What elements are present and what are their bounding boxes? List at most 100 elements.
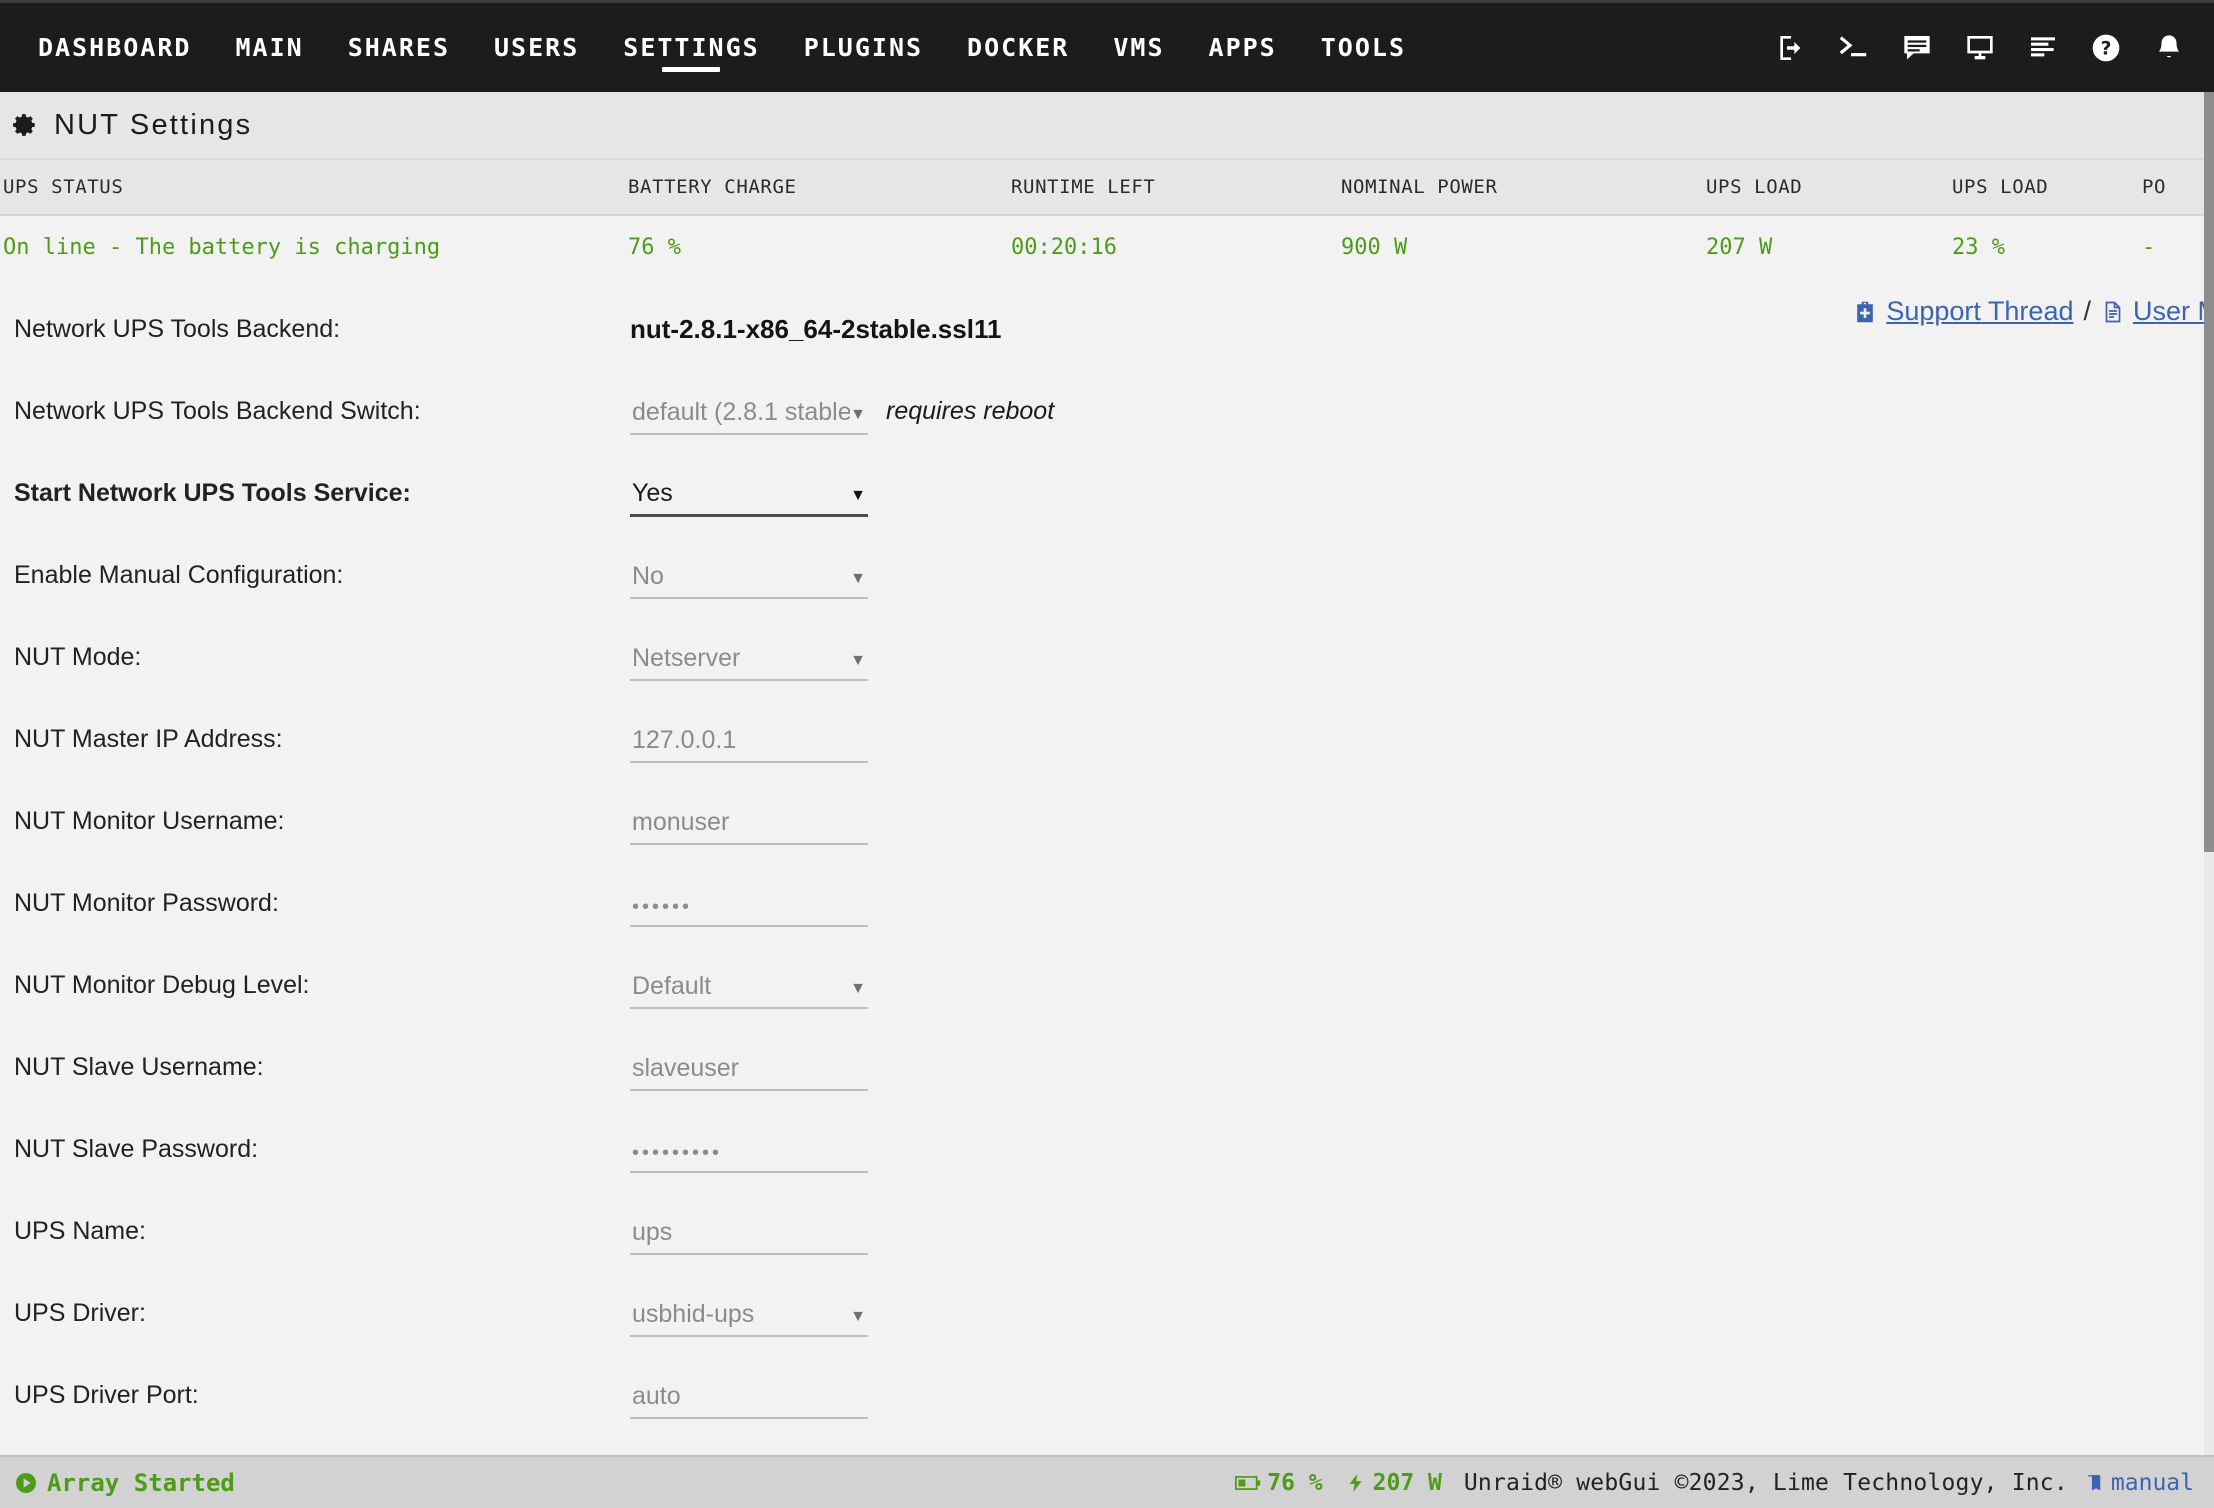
text-input-nut-slave-username[interactable]: slaveuser bbox=[630, 1043, 868, 1091]
field-label: UPS Driver: bbox=[14, 1298, 146, 1327]
power-status: 207 W bbox=[1345, 1470, 1442, 1496]
field-container: 127.0.0.1 bbox=[630, 715, 868, 763]
ups-column-header: RUNTIME LEFT bbox=[1011, 176, 1156, 198]
copyright-text: Unraid® webGui ©2023, Lime Technology, I… bbox=[1463, 1469, 2068, 1496]
field-label: UPS Name: bbox=[14, 1216, 146, 1245]
form-row: NUT Monitor Password: •••••• bbox=[0, 874, 2214, 932]
user-manual-link[interactable]: User M bbox=[2133, 296, 2214, 327]
display-icon[interactable] bbox=[1963, 31, 1997, 65]
field-value: auto bbox=[632, 1384, 681, 1409]
chevron-down-icon[interactable]: ▼ bbox=[850, 981, 866, 999]
row-spacer bbox=[0, 1014, 2214, 1038]
first-aid-kit-icon bbox=[1852, 299, 1878, 325]
chevron-down-icon[interactable]: ▼ bbox=[850, 407, 866, 425]
ups-column-header: UPS LOAD bbox=[1952, 176, 2049, 198]
row-spacer bbox=[0, 932, 2214, 956]
bell-icon[interactable] bbox=[2152, 31, 2186, 65]
play-circle-icon bbox=[14, 1471, 38, 1495]
chat-icon[interactable] bbox=[1900, 31, 1934, 65]
log-icon[interactable] bbox=[2026, 31, 2060, 65]
vertical-scrollbar[interactable] bbox=[2204, 92, 2214, 1455]
text-input-ups-name[interactable]: ups bbox=[630, 1207, 868, 1255]
ups-column-header: UPS LOAD bbox=[1706, 176, 1803, 198]
nav-item-settings[interactable]: SETTINGS bbox=[601, 2, 781, 94]
field-value: ups bbox=[632, 1220, 673, 1245]
row-spacer bbox=[0, 768, 2214, 792]
chevron-down-icon[interactable]: ▼ bbox=[850, 488, 866, 506]
ups-cell-value: 23 % bbox=[1952, 234, 2005, 260]
row-spacer bbox=[0, 686, 2214, 710]
text-input-nut-master-ip-address[interactable]: 127.0.0.1 bbox=[630, 715, 868, 763]
support-thread-link[interactable]: Support Thread bbox=[1886, 296, 2073, 327]
nav-item-users[interactable]: USERS bbox=[472, 2, 601, 94]
svg-text:?: ? bbox=[2101, 38, 2112, 59]
text-input-ups-driver-port[interactable]: auto bbox=[630, 1371, 868, 1419]
ups-cell-value: 76 % bbox=[628, 234, 681, 260]
scrollbar-thumb[interactable] bbox=[2204, 92, 2214, 852]
form-row: NUT Slave Username: slaveuser bbox=[0, 1038, 2214, 1096]
field-value: monuser bbox=[632, 810, 730, 835]
field-container: ups bbox=[630, 1207, 868, 1255]
ups-cell-value: 00:20:16 bbox=[1011, 234, 1117, 260]
nav-item-docker[interactable]: DOCKER bbox=[945, 2, 1091, 94]
field-label: Start Network UPS Tools Service: bbox=[14, 478, 411, 507]
battery-percent: 76 % bbox=[1267, 1469, 1323, 1496]
nav-item-shares[interactable]: SHARES bbox=[326, 2, 472, 94]
chevron-down-icon[interactable]: ▼ bbox=[850, 653, 866, 671]
nav-item-vms[interactable]: VMS bbox=[1091, 2, 1186, 94]
chevron-down-icon[interactable]: ▼ bbox=[850, 571, 866, 589]
field-container: Yes ▼ bbox=[630, 469, 868, 517]
field-value: No bbox=[632, 564, 664, 589]
ups-table-data-row: On line - The battery is charging 76 % 00:… bbox=[0, 216, 2214, 278]
nav-item-main[interactable]: MAIN bbox=[213, 2, 325, 94]
password-field-nut-slave-password[interactable]: ••••••••• bbox=[630, 1125, 868, 1173]
top-navigation-bar: DASHBOARD MAIN SHARES USERS SETTINGS PLUGINS D… bbox=[0, 0, 2214, 92]
field-container: slaveuser bbox=[630, 1043, 868, 1091]
terminal-icon[interactable] bbox=[1837, 31, 1871, 65]
select-start-network-ups-tools-service[interactable]: Yes ▼ bbox=[630, 469, 868, 517]
book-icon bbox=[2084, 1472, 2104, 1494]
field-value: 127.0.0.1 bbox=[632, 728, 737, 753]
row-spacer bbox=[0, 440, 2214, 464]
nav-item-apps[interactable]: APPS bbox=[1187, 2, 1299, 94]
field-value: usbhid-ups bbox=[632, 1302, 755, 1327]
select-enable-manual-configuration[interactable]: No ▼ bbox=[630, 551, 868, 599]
text-input-nut-monitor-username[interactable]: monuser bbox=[630, 797, 868, 845]
row-spacer bbox=[0, 522, 2214, 546]
field-container: Default ▼ bbox=[630, 961, 868, 1009]
field-label: UPS Driver Port: bbox=[14, 1380, 199, 1409]
field-label: NUT Monitor Password: bbox=[14, 888, 279, 917]
password-field-nut-monitor-password[interactable]: •••••• bbox=[630, 879, 868, 927]
field-label: NUT Monitor Debug Level: bbox=[14, 970, 310, 999]
nav-item-plugins[interactable]: PLUGINS bbox=[782, 2, 945, 94]
form-row: NUT Slave Password: ••••••••• bbox=[0, 1120, 2214, 1178]
field-value: Netserver bbox=[632, 646, 741, 671]
field-label: NUT Master IP Address: bbox=[14, 724, 283, 753]
manual-link[interactable]: manual bbox=[2084, 1470, 2194, 1496]
battery-icon bbox=[1235, 1474, 1261, 1492]
help-links: Support Thread / User M bbox=[1852, 296, 2214, 327]
field-label: NUT Slave Password: bbox=[14, 1134, 259, 1163]
select-nut-mode[interactable]: Netserver ▼ bbox=[630, 633, 868, 681]
field-label: Enable Manual Configuration: bbox=[14, 560, 344, 589]
select-nut-monitor-debug-level[interactable]: Default ▼ bbox=[630, 961, 868, 1009]
field-container: nut-2.8.1-x86_64-2stable.ssl11 bbox=[630, 314, 1001, 345]
field-label: NUT Monitor Username: bbox=[14, 806, 285, 835]
field-label: Network UPS Tools Backend Switch: bbox=[14, 396, 421, 425]
logout-icon[interactable] bbox=[1774, 31, 1808, 65]
help-icon[interactable]: ? bbox=[2089, 31, 2123, 65]
field-value: Yes bbox=[632, 481, 673, 506]
chevron-down-icon[interactable]: ▼ bbox=[850, 1309, 866, 1327]
form-row: UPS Name: ups bbox=[0, 1202, 2214, 1260]
field-container: No ▼ bbox=[630, 551, 868, 599]
nav-item-dashboard[interactable]: DASHBOARD bbox=[16, 2, 213, 94]
select-network-ups-tools-backend-switch[interactable]: default (2.8.1 stable) ▼ bbox=[630, 387, 868, 435]
ups-column-header: UPS STATUS bbox=[3, 176, 124, 198]
form-row: NUT Master IP Address: 127.0.0.1 bbox=[0, 710, 2214, 768]
nav-item-tools[interactable]: TOOLS bbox=[1299, 2, 1428, 94]
field-container: auto bbox=[630, 1371, 868, 1419]
row-spacer bbox=[0, 1178, 2214, 1202]
select-ups-driver[interactable]: usbhid-ups ▼ bbox=[630, 1289, 868, 1337]
array-status[interactable]: Array Started bbox=[14, 1469, 235, 1497]
status-footer: Array Started 76 % 207 W Unraid® webGui … bbox=[0, 1455, 2214, 1508]
